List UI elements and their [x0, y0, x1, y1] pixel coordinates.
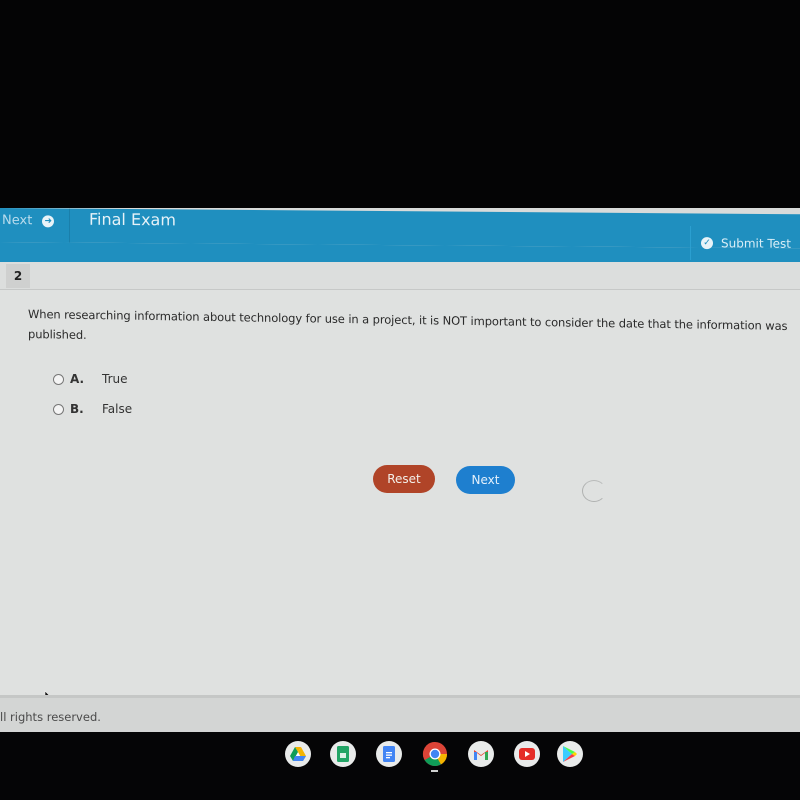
copyright-text: ll rights reserved. — [0, 710, 101, 724]
active-app-indicator — [431, 770, 438, 772]
check-circle-icon: ✓ — [701, 237, 713, 250]
footer: ll rights reserved. — [0, 698, 800, 732]
google-drive-icon[interactable] — [285, 741, 311, 767]
nav-next-button[interactable]: Next ➜ — [0, 208, 70, 243]
reset-button[interactable]: Reset — [373, 465, 435, 493]
youtube-icon[interactable] — [514, 741, 540, 767]
google-docs-icon[interactable] — [376, 741, 402, 767]
option-label: True — [102, 372, 128, 386]
nav-next-label: Next — [2, 213, 33, 229]
question-text: When researching information about techn… — [28, 307, 788, 342]
chrome-icon[interactable] — [422, 741, 448, 767]
play-store-icon[interactable] — [557, 741, 583, 767]
camera-black-area — [0, 0, 800, 208]
exam-title: Final Exam — [89, 209, 176, 230]
radio-button[interactable] — [53, 373, 64, 385]
answer-option-b[interactable]: B. False — [53, 402, 132, 416]
answer-option-a[interactable]: A. True — [53, 372, 128, 386]
question-number: 2 — [6, 264, 30, 288]
option-letter: A. — [70, 372, 85, 386]
submit-test-button[interactable]: ✓ Submit Test — [690, 226, 794, 261]
option-label: False — [102, 402, 133, 416]
next-button[interactable]: Next — [456, 466, 515, 494]
radio-button[interactable] — [53, 403, 64, 415]
submit-test-label: Submit Test — [721, 236, 792, 251]
google-sheets-icon[interactable] — [330, 741, 356, 767]
question-content: When researching information about techn… — [0, 290, 800, 708]
option-letter: B. — [70, 402, 84, 416]
gmail-icon[interactable] — [468, 741, 494, 767]
arrow-right-icon: ➜ — [42, 215, 55, 228]
question-number-strip: 2 — [0, 262, 800, 290]
chromeos-shelf — [0, 732, 800, 800]
exam-screen: Next ➜ Final Exam ✓ Submit Test 2 When r… — [0, 208, 800, 732]
loading-spinner-icon — [582, 480, 606, 502]
